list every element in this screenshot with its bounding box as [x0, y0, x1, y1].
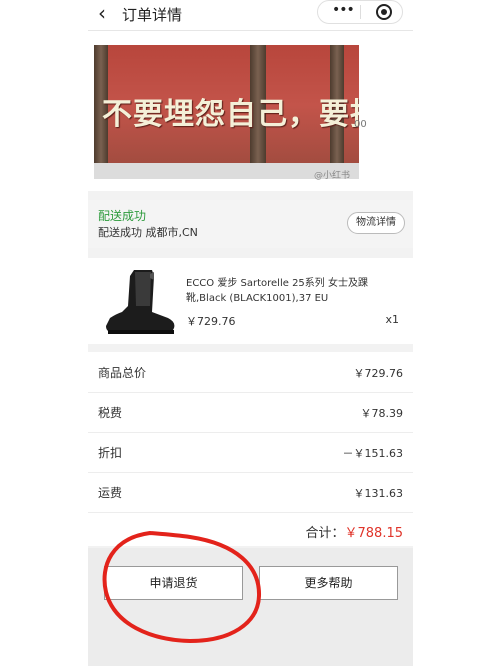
summary-row-discount: 折扣 －￥151.63 [88, 432, 413, 473]
delivery-status-section: 配送成功 配送成功 成都市,CN 物流详情 [88, 200, 413, 248]
target-circle-icon[interactable] [376, 4, 392, 20]
product-quantity: x1 [385, 313, 399, 326]
capsule-divider [360, 5, 361, 19]
shipping-address-section: 不要埋怨自己，要指责他人 00 @小红书 [88, 31, 413, 191]
more-dots-icon[interactable]: ••• [332, 2, 355, 18]
phone-screen: ‹ 订单详情 ••• 不要埋怨自己，要指责他人 00 @小红书 配送成功 配送成… [88, 0, 413, 666]
summary-label: 税费 [98, 406, 123, 420]
summary-label: 运费 [98, 486, 123, 500]
delivery-detail: 配送成功 成都市,CN [98, 226, 198, 239]
summary-row-tax: 税费 ￥78.39 [88, 392, 413, 433]
ankle-boot-image [106, 270, 175, 334]
action-bar: 申请退货 更多帮助 [88, 548, 413, 666]
summary-row-shipping: 运费 ￥131.63 [88, 472, 413, 513]
product-name: ECCO 爱步 Sartorelle 25系列 女士及踝靴,Black (BLA… [186, 278, 368, 304]
total-label: 合计： [305, 526, 345, 541]
summary-label: 商品总价 [98, 366, 147, 380]
order-total: 合计：￥788.15 [305, 522, 403, 541]
summary-label: 折扣 [98, 446, 123, 460]
product-price: ￥729.76 [186, 315, 236, 328]
top-navigation-bar: ‹ 订单详情 ••• [88, 0, 413, 31]
partial-number: 00 [354, 119, 367, 130]
summary-row-subtotal: 商品总价 ￥729.76 [88, 352, 413, 393]
watermark: @小红书 [314, 171, 351, 181]
chevron-left-icon[interactable]: ‹ [98, 3, 106, 23]
summary-value: ￥729.76 [353, 367, 404, 380]
total-amount: ￥788.15 [344, 526, 404, 541]
price-summary: 商品总价 ￥729.76 税费 ￥78.39 折扣 －￥151.63 运费 ￥1… [88, 352, 413, 546]
mini-program-capsule: ••• [317, 0, 403, 24]
summary-value: －￥151.63 [342, 447, 404, 460]
banner-slogan: 不要埋怨自己，要指责他人 [102, 97, 359, 132]
delivery-status: 配送成功 [98, 209, 147, 223]
page-title: 订单详情 [122, 6, 183, 24]
banner-image: 不要埋怨自己，要指责他人 [94, 45, 359, 179]
product-item[interactable]: ECCO 爱步 Sartorelle 25系列 女士及踝靴,Black (BLA… [88, 258, 413, 344]
summary-value: ￥131.63 [353, 487, 404, 500]
summary-value: ￥78.39 [360, 407, 404, 420]
more-help-button[interactable]: 更多帮助 [259, 566, 398, 600]
request-return-button[interactable]: 申请退货 [104, 566, 243, 600]
logistics-details-button[interactable]: 物流详情 [347, 212, 405, 234]
